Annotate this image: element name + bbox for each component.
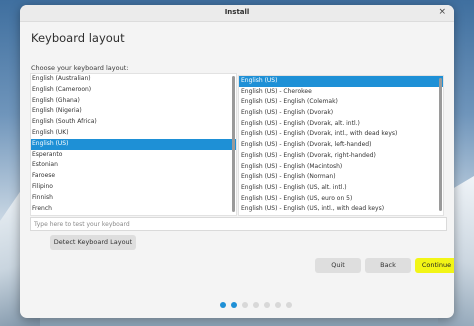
quit-button[interactable]: Quit	[315, 258, 361, 273]
variant-list-item[interactable]: English (US) - English (Dvorak, right-ha…	[239, 151, 443, 162]
layout-list-item[interactable]: Faroese	[31, 171, 236, 182]
variant-list-item[interactable]: English (US) - English (Colemak)	[239, 97, 443, 108]
progress-dot	[253, 302, 259, 308]
layout-list-scrollbar[interactable]	[232, 76, 235, 212]
detect-layout-button[interactable]: Detect Keyboard Layout	[50, 235, 136, 250]
layout-list-item[interactable]: Estonian	[31, 160, 236, 171]
variant-list-item[interactable]: English (US) - English (US, alt. intl.)	[239, 183, 443, 194]
progress-dot	[264, 302, 270, 308]
progress-dot	[231, 302, 237, 308]
layout-list-item[interactable]: English (UK)	[31, 128, 236, 139]
layout-list-item[interactable]: English (Nigeria)	[31, 106, 236, 117]
layout-list-item[interactable]: Esperanto	[31, 150, 236, 161]
progress-dot	[220, 302, 226, 308]
layout-list[interactable]: English (Australian) English (Cameroon) En…	[30, 73, 237, 216]
variant-list-item[interactable]: English (US) - English (US, intl., with …	[239, 204, 443, 215]
layout-list-item[interactable]: Finnish	[31, 193, 236, 204]
layout-list-item[interactable]: English (Ghana)	[31, 96, 236, 107]
back-button[interactable]: Back	[365, 258, 411, 273]
variant-list-item[interactable]: English (US) - English (US, euro on 5)	[239, 194, 443, 205]
variant-list-item[interactable]: English (US) - English (Dvorak, intl., w…	[239, 129, 443, 140]
close-icon[interactable]: ×	[438, 7, 446, 18]
keyboard-test-input[interactable]	[30, 217, 447, 231]
layout-list-item[interactable]: English (US)	[31, 138, 236, 150]
variant-list-item[interactable]: English (US) - English (Dvorak, alt. int…	[239, 119, 443, 130]
title-bar: Install ×	[20, 5, 454, 22]
installer-window: Install × Keyboard layout Choose your ke…	[20, 5, 454, 318]
progress-dots	[220, 302, 300, 310]
progress-dot	[275, 302, 281, 308]
layout-list-item[interactable]: English (Australian)	[31, 74, 236, 85]
variant-list-scrollbar[interactable]	[439, 78, 442, 211]
layout-list-item[interactable]: English (Cameroon)	[31, 85, 236, 96]
variant-list-item[interactable]: English (US) - Cherokee	[239, 87, 443, 98]
continue-button[interactable]: Continue	[415, 258, 454, 273]
variant-list-item[interactable]: English (US) - English (Dvorak, left-han…	[239, 140, 443, 151]
progress-dot	[242, 302, 248, 308]
layout-list-item[interactable]: Filipino	[31, 182, 236, 193]
layout-list-item[interactable]: French	[31, 204, 236, 215]
window-title: Install	[224, 8, 250, 16]
page-title: Keyboard layout	[31, 31, 125, 45]
choose-layout-label: Choose your keyboard layout:	[31, 64, 129, 72]
variant-list-item[interactable]: English (US) - English (Norman)	[239, 172, 443, 183]
variant-list-item[interactable]: English (US) - English (Macintosh)	[239, 162, 443, 173]
variant-list-item[interactable]: English (US) - English (Dvorak)	[239, 108, 443, 119]
layout-list-item[interactable]: English (South Africa)	[31, 117, 236, 128]
variant-list[interactable]: English (US) English (US) - Cherokee Engli…	[238, 75, 444, 216]
progress-dot	[286, 302, 292, 308]
variant-list-item[interactable]: English (US)	[239, 76, 443, 87]
